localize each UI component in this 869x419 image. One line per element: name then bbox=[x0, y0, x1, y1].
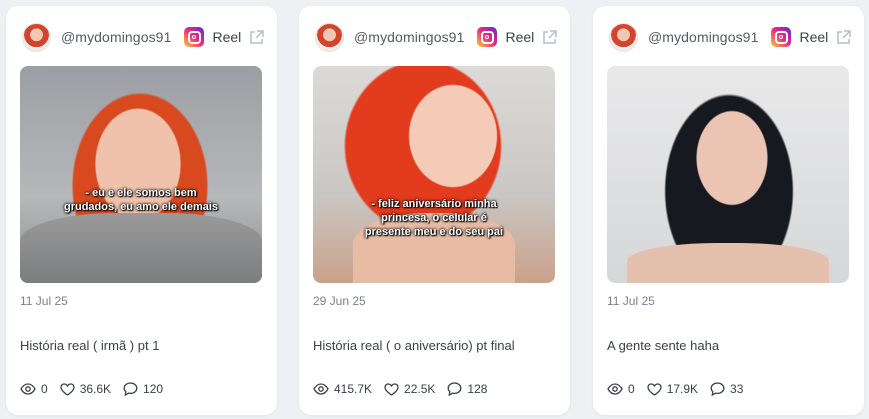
heart-icon bbox=[647, 382, 662, 396]
views-count: 0 bbox=[41, 382, 48, 396]
post-card[interactable]: @mydomingos91 Reel 11 Jul 25 A gente sen… bbox=[593, 6, 864, 415]
views-count: 0 bbox=[628, 382, 635, 396]
likes-stat: 17.9K bbox=[647, 382, 698, 396]
post-date: 11 Jul 25 bbox=[607, 294, 655, 308]
thumbnail-caption: - feliz aniversário minha princesa, o ce… bbox=[364, 198, 504, 238]
post-card[interactable]: @mydomingos91 Reel - eu e ele somos bem … bbox=[6, 6, 277, 415]
eye-icon bbox=[607, 383, 623, 395]
comments-stat: 128 bbox=[447, 382, 487, 396]
comment-icon bbox=[123, 382, 138, 396]
comments-stat: 120 bbox=[123, 382, 163, 396]
post-thumbnail[interactable]: - feliz aniversário minha princesa, o ce… bbox=[313, 66, 555, 283]
post-header: @mydomingos91 Reel bbox=[22, 22, 265, 52]
eye-icon bbox=[313, 383, 329, 395]
likes-count: 36.6K bbox=[79, 382, 112, 396]
views-count: 415.7K bbox=[334, 382, 373, 396]
comments-count: 128 bbox=[467, 382, 488, 396]
post-date: 11 Jul 25 bbox=[20, 294, 68, 308]
account-handle[interactable]: @mydomingos91 bbox=[61, 29, 171, 45]
instagram-icon bbox=[771, 27, 792, 47]
post-title: A gente sente haha bbox=[607, 338, 720, 353]
likes-count: 22.5K bbox=[404, 382, 436, 396]
heart-icon bbox=[60, 382, 75, 396]
instagram-icon bbox=[477, 27, 498, 47]
post-type-label: Reel bbox=[505, 29, 535, 45]
post-header: @mydomingos91 Reel bbox=[609, 22, 852, 52]
instagram-icon bbox=[184, 27, 205, 47]
post-header: @mydomingos91 Reel bbox=[315, 22, 558, 52]
comment-icon bbox=[710, 382, 725, 396]
post-thumbnail[interactable] bbox=[607, 66, 849, 283]
likes-stat: 36.6K bbox=[60, 382, 111, 396]
post-stats: 415.7K 22.5K 128 bbox=[313, 382, 499, 396]
views-stat: 0 bbox=[607, 382, 635, 396]
eye-icon bbox=[20, 383, 36, 395]
post-thumbnail[interactable]: - eu e ele somos bem grudados, eu amo el… bbox=[20, 66, 262, 283]
post-title: História real ( o aniversário) pt final bbox=[313, 338, 515, 353]
avatar[interactable] bbox=[22, 22, 51, 52]
post-stats: 0 36.6K 120 bbox=[20, 382, 175, 396]
views-stat: 415.7K bbox=[313, 382, 372, 396]
account-handle[interactable]: @mydomingos91 bbox=[354, 29, 464, 45]
views-stat: 0 bbox=[20, 382, 48, 396]
avatar[interactable] bbox=[609, 22, 638, 52]
likes-count: 17.9K bbox=[666, 382, 699, 396]
account-handle[interactable]: @mydomingos91 bbox=[648, 29, 758, 45]
comments-stat: 33 bbox=[710, 382, 743, 396]
post-type-label: Reel bbox=[212, 29, 242, 45]
post-stats: 0 17.9K 33 bbox=[607, 382, 755, 396]
avatar[interactable] bbox=[315, 22, 344, 52]
thumbnail-caption: - eu e ele somos bem grudados, eu amo el… bbox=[63, 187, 219, 213]
external-link-icon[interactable] bbox=[247, 28, 265, 46]
post-card[interactable]: @mydomingos91 Reel - feliz aniversário m… bbox=[299, 6, 570, 415]
comments-count: 120 bbox=[143, 382, 164, 396]
post-type-label: Reel bbox=[799, 29, 829, 45]
heart-icon bbox=[384, 382, 399, 396]
comments-count: 33 bbox=[730, 382, 744, 396]
likes-stat: 22.5K bbox=[384, 382, 435, 396]
external-link-icon[interactable] bbox=[834, 28, 852, 46]
comment-icon bbox=[447, 382, 462, 396]
external-link-icon[interactable] bbox=[540, 28, 558, 46]
post-title: História real ( irmã ) pt 1 bbox=[20, 338, 160, 353]
post-date: 29 Jun 25 bbox=[313, 294, 366, 308]
